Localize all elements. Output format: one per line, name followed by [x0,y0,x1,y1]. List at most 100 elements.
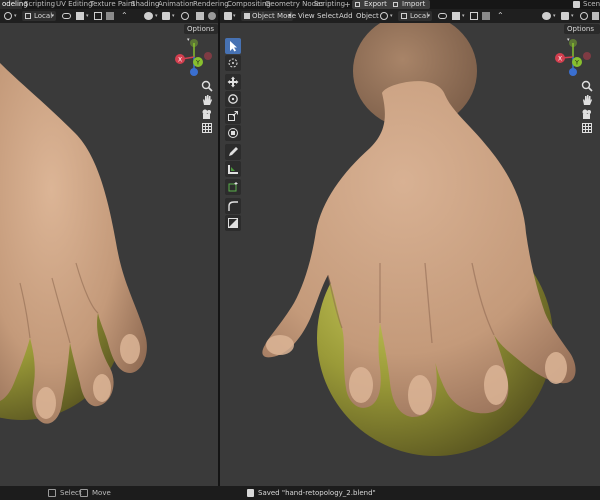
extrude-icon [228,201,238,211]
import-icon [393,2,398,7]
hand-right [262,81,576,417]
save-info-icon [247,489,254,497]
right-3d-viewport[interactable]: Options ▾ X Y [220,23,600,486]
shading-solid-icon[interactable] [208,12,216,20]
status-move-hint: Move [92,489,111,497]
tab-animation[interactable]: Animation [158,0,194,9]
tab-scripting-2[interactable]: Scripting [314,0,345,9]
menu-object[interactable]: Object [356,9,379,23]
snap-icon[interactable] [470,12,478,20]
status-select-hint: Select [60,489,82,497]
menu-add[interactable]: Add [339,9,353,23]
bevel-tool[interactable] [225,215,241,231]
options-label: Options [567,25,595,33]
gizmo-z-axis[interactable] [190,68,198,76]
tab-scripting[interactable]: Scripting [24,0,55,9]
annotate-tool[interactable] [225,144,241,160]
mouse-left-icon [48,489,56,497]
snap-chain-icon[interactable] [438,13,447,19]
proportional-edit-icon[interactable]: ⌃ [121,9,128,23]
ruler-icon [228,165,238,174]
gizmo-x-negative[interactable] [583,52,591,60]
export-label: Export [364,0,387,8]
right-scene-render [262,23,576,456]
gizmo-z-positive[interactable] [569,39,577,47]
transform-orientation-icon[interactable] [380,12,388,20]
gizmo-x-label: X [558,56,562,63]
snap-icon[interactable] [94,12,102,20]
pivot-point-icon[interactable] [452,12,460,20]
scene-selector[interactable]: Scen [583,0,600,9]
import-label: Import [402,0,426,8]
rotate-tool[interactable] [225,91,241,107]
menu-select[interactable]: Select [317,9,339,23]
overlay-icon[interactable] [580,12,588,20]
xray-icon[interactable] [196,12,204,20]
import-button[interactable]: Import [390,0,431,9]
pivot-point-icon[interactable] [76,12,84,20]
snap-target-icon[interactable] [482,12,490,20]
xray-icon[interactable] [592,12,599,20]
proportional-edit-icon[interactable]: ⌃ [497,9,504,23]
pivot-label: Local [34,12,53,20]
navigation-gizmo[interactable]: X Y [551,35,595,79]
menu-view[interactable]: View [298,9,315,23]
3d-cursor-icon [228,58,238,68]
tab-rendering[interactable]: Rendering [193,0,229,9]
move-tool[interactable] [225,74,241,90]
cursor-arrow-icon [230,41,237,52]
gizmo-y-label: Y [574,60,579,67]
pivot-dropdown[interactable]: Local ▾ [398,11,432,21]
select-box-tool[interactable] [225,38,241,54]
axes-icon [25,13,31,19]
transform-tool[interactable] [225,125,241,141]
gizmo-icon[interactable] [561,12,569,20]
add-cube-icon [228,182,238,192]
transform-icon [228,128,238,138]
export-icon [355,2,360,7]
options-dropdown[interactable]: Options ▾ [564,24,600,43]
perspective-grid-icon[interactable] [201,122,213,134]
camera-view-icon[interactable] [201,108,213,120]
pan-hand-icon[interactable] [581,94,593,106]
pan-hand-icon[interactable] [201,94,213,106]
pivot-label: Local [410,12,429,20]
snap-chain-icon[interactable] [62,13,71,19]
pencil-icon [229,147,238,156]
snap-target-icon[interactable] [106,12,114,20]
gizmo-x-label: X [178,57,182,64]
tab-texture-paint[interactable]: Texture Paint [90,0,135,9]
add-cube-tool[interactable] [225,179,241,195]
measure-tool[interactable] [225,161,241,177]
workspace-tab-bar: odeling Scripting UV Editing Texture Pai… [0,0,600,9]
overlay-icon[interactable] [181,12,189,20]
gizmo-z-positive[interactable] [190,39,198,47]
gizmo-z-axis[interactable] [569,68,577,76]
perspective-grid-icon[interactable] [581,122,593,134]
pivot-dropdown[interactable]: Local ▾ [22,11,56,21]
tab-uv-editing[interactable]: UV Editing [56,0,93,9]
gizmo-x-negative[interactable] [204,52,212,60]
camera-view-icon[interactable] [581,108,593,120]
tab-modeling[interactable]: odeling [0,0,28,9]
tab-shading[interactable]: Shading [131,0,159,9]
gizmo-y-label: Y [195,60,200,67]
editor-type-icon[interactable] [224,12,232,20]
options-dropdown[interactable]: Options ▾ [184,24,218,43]
left-3d-viewport[interactable]: Options ▾ X Y [0,23,218,486]
zoom-icon[interactable] [581,80,593,92]
status-bar: Select Move Saved "hand-retopology_2.ble… [0,486,600,500]
visibility-icon[interactable] [144,12,153,20]
extrude-tool[interactable] [225,198,241,214]
navigation-gizmo[interactable]: X Y [172,35,216,79]
scale-tool[interactable] [225,108,241,124]
mode-dropdown[interactable]: Object Mode ▾ [241,11,296,21]
visibility-icon[interactable] [542,12,551,20]
cursor-tool[interactable] [225,55,241,71]
add-workspace-button[interactable]: + [344,0,351,9]
gizmo-icon[interactable] [162,12,170,20]
left-viewport-header: ▾ Local ▾ ▾ ⌃ ▾ ▾ [0,9,218,23]
export-button[interactable]: Export [352,0,392,9]
transform-orientation-icon[interactable] [4,12,12,20]
zoom-icon[interactable] [201,80,213,92]
